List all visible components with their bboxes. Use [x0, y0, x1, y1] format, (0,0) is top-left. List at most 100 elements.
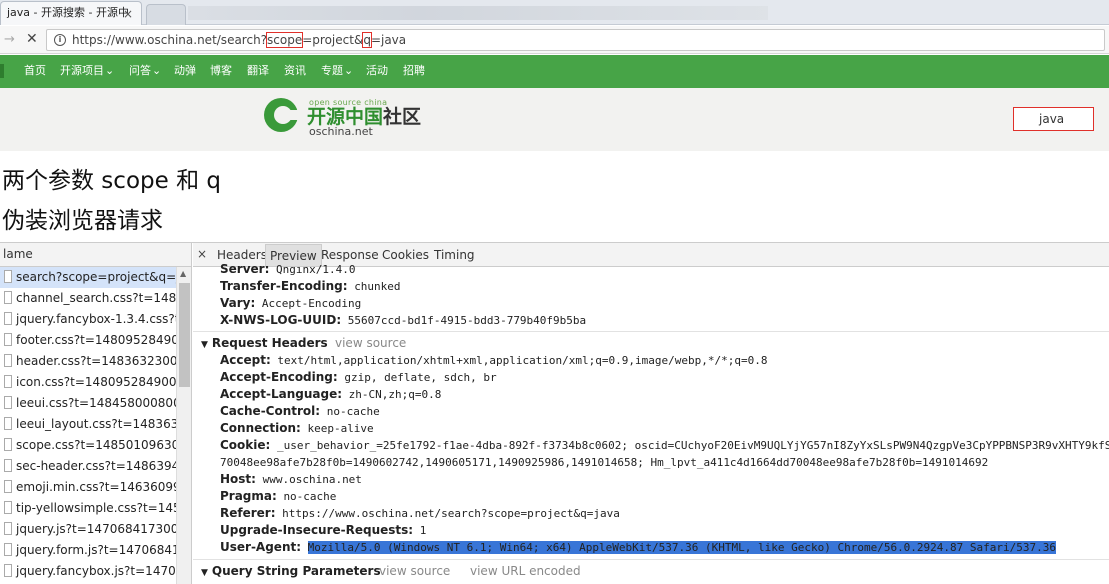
nav-item-2[interactable]: 问答⌄	[129, 64, 161, 78]
header-line: User-Agent: Mozilla/5.0 (Windows NT 6.1;…	[220, 540, 1057, 555]
request-row[interactable]: sec-header.css?t=1486394997	[0, 456, 176, 477]
file-icon	[4, 354, 12, 367]
request-row[interactable]: icon.css?t=1480952849000	[0, 372, 176, 393]
header-line: Upgrade-Insecure-Requests: 1	[220, 523, 426, 538]
site-banner	[0, 88, 1109, 151]
section-divider	[193, 559, 1109, 560]
scroll-up-icon[interactable]: ▲	[180, 269, 186, 278]
browser-tab-next[interactable]	[146, 4, 186, 25]
nav-item-label: 翻译	[247, 64, 269, 77]
oschina-logo-icon[interactable]	[262, 96, 300, 134]
nav-item-label: 开源项目	[60, 64, 104, 77]
nav-item-3[interactable]: 动弹	[174, 64, 196, 78]
query-params-section[interactable]: ▼ Query String Parameters	[201, 563, 381, 581]
request-row[interactable]: footer.css?t=1480952849000	[0, 330, 176, 351]
request-row[interactable]: jquery.fancybox.js?t=1470684	[0, 561, 176, 582]
scroll-thumb[interactable]	[179, 283, 190, 387]
header-value: chunked	[354, 280, 401, 293]
tab-close-icon[interactable]: ×	[123, 7, 133, 21]
nav-item-9[interactable]: 招聘	[403, 64, 425, 78]
nav-item-label: 博客	[210, 64, 232, 77]
nav-edge	[0, 64, 4, 78]
name-column-header[interactable]: lame	[0, 243, 191, 267]
header-value: keep-alive	[307, 422, 374, 435]
stop-icon[interactable]: ✕	[26, 31, 38, 47]
header-value: no-cache	[326, 405, 380, 418]
header-line: Accept-Language: zh-CN,zh;q=0.8	[220, 387, 441, 402]
url-text: https://www.oschina.net/search?scope=pro…	[72, 32, 406, 48]
header-key: Accept-Language:	[220, 387, 343, 401]
info-icon[interactable]: i	[54, 34, 66, 46]
nav-item-4[interactable]: 博客	[210, 64, 232, 78]
close-detail-icon[interactable]: ×	[197, 247, 207, 261]
file-icon	[4, 459, 12, 472]
request-row[interactable]: leeui_layout.css?t=1483632300	[0, 414, 176, 435]
view-url-encoded-link[interactable]: view URL encoded	[470, 563, 581, 579]
header-line: Cache-Control: no-cache	[220, 404, 380, 419]
header-line: Cookie: _user_behavior_=25fe1792-f1ae-4d…	[220, 438, 1109, 453]
view-source-link[interactable]: view source	[379, 563, 450, 579]
request-name: channel_search.css?t=1485010	[16, 291, 176, 305]
section-title: Request Headers	[211, 336, 328, 350]
request-headers-section[interactable]: ▼ Request Headers	[201, 335, 328, 353]
nav-item-8[interactable]: 活动	[366, 64, 388, 78]
header-line: Server: Qngınx/1.4.0	[220, 262, 356, 277]
nav-item-5[interactable]: 翻译	[247, 64, 269, 78]
file-icon	[4, 396, 12, 409]
header-key: Upgrade-Insecure-Requests:	[220, 523, 414, 537]
nav-item-label: 首页	[24, 64, 46, 77]
address-bar: → ✕ i https://www.oschina.net/search?sco…	[0, 26, 1109, 54]
request-name: footer.css?t=1480952849000	[16, 333, 176, 347]
request-row[interactable]: scope.css?t=1485010963000	[0, 435, 176, 456]
header-value: Mozilla/5.0 (Windows NT 6.1; Win64; x64)…	[307, 541, 1057, 554]
header-key: X-NWS-LOG-UUID:	[220, 313, 342, 327]
header-line: Vary: Accept-Encoding	[220, 296, 361, 311]
request-row[interactable]: jquery.fancybox-1.3.4.css?t=14	[0, 309, 176, 330]
request-row[interactable]: emoji.min.css?t=14636099750	[0, 477, 176, 498]
header-value: 70048ee98afe7b28f0b=1490602742,149060517…	[220, 456, 989, 469]
request-row[interactable]: tip-yellowsimple.css?t=145196	[0, 498, 176, 519]
header-key: Referer:	[220, 506, 276, 520]
nav-item-label: 招聘	[403, 64, 425, 77]
file-icon	[4, 522, 12, 535]
request-name: jquery.fancybox.js?t=1470684	[16, 564, 176, 578]
nav-item-6[interactable]: 资讯	[284, 64, 306, 78]
request-row[interactable]: channel_search.css?t=1485010	[0, 288, 176, 309]
file-icon	[4, 543, 12, 556]
site-search-input[interactable]: java	[1013, 107, 1094, 131]
nav-item-0[interactable]: 首页	[24, 64, 46, 78]
request-row[interactable]: header.css?t=1483632300000	[0, 351, 176, 372]
chevron-down-icon: ⌄	[344, 64, 354, 77]
request-row[interactable]: leeui.css?t=1484580008000	[0, 393, 176, 414]
tab-cookies[interactable]: Cookies	[378, 244, 433, 266]
request-name: sec-header.css?t=1486394997	[16, 459, 176, 473]
browser-tab[interactable]: java - 开源搜索 - 开源中 ×	[0, 1, 142, 25]
request-row[interactable]: jquery.js?t=1470684173000	[0, 519, 176, 540]
back-arrow-icon[interactable]: →	[4, 32, 15, 47]
header-value: 1	[419, 524, 427, 537]
request-name: header.css?t=1483632300000	[16, 354, 176, 368]
url-input[interactable]: i https://www.oschina.net/search?scope=p…	[46, 29, 1105, 51]
request-name: search?scope=project&q=java	[16, 270, 176, 284]
request-row[interactable]: jquery.form.js?t=14706841730	[0, 540, 176, 561]
nav-item-7[interactable]: 专题⌄	[321, 64, 353, 78]
request-list-pane: lame search?scope=project&q=java channel_…	[0, 243, 192, 584]
view-source-link[interactable]: view source	[335, 335, 406, 351]
request-row[interactable]: search?scope=project&q=java	[0, 267, 176, 288]
header-line: Accept-Encoding: gzip, deflate, sdch, br	[220, 370, 497, 385]
url-param-q: q	[362, 32, 372, 48]
header-key: Server:	[220, 262, 270, 276]
nav-item-label: 资讯	[284, 64, 306, 77]
request-name: tip-yellowsimple.css?t=145196	[16, 501, 176, 515]
tab-timing[interactable]: Timing	[430, 244, 479, 266]
header-value: https://www.oschina.net/search?scope=pro…	[282, 507, 620, 520]
file-icon	[4, 312, 12, 325]
request-list-scrollbar[interactable]: ▲	[176, 267, 191, 584]
header-key: User-Agent:	[220, 540, 302, 554]
file-icon	[4, 291, 12, 304]
header-key: Cookie:	[220, 438, 271, 452]
request-name: leeui.css?t=1484580008000	[16, 396, 176, 410]
header-line: Transfer-Encoding: chunked	[220, 279, 401, 294]
file-icon	[4, 438, 12, 451]
nav-item-1[interactable]: 开源项目⌄	[60, 64, 114, 78]
